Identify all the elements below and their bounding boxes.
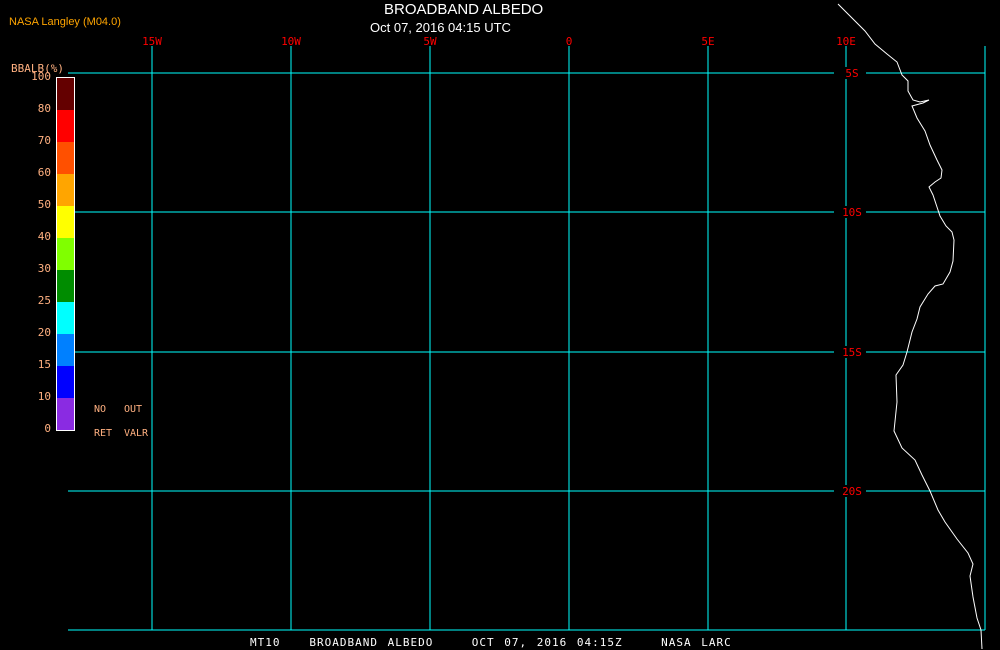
colorbar-swatch (57, 142, 74, 174)
colorbar-tick-label: 60 (37, 166, 51, 179)
latitude-label: 20S (842, 485, 862, 498)
valr-label: VALR (124, 428, 149, 439)
colorbar-tick-label: 20 (37, 326, 51, 339)
colorbar-swatch (57, 366, 74, 398)
footer-caption: MT10 BROADBAND ALBEDO OCT 07, 2016 04:15… (250, 636, 732, 649)
colorbar-tick-label: 25 (37, 294, 51, 307)
colorbar-swatch (57, 270, 74, 302)
longitude-label: 15W (142, 35, 162, 48)
colorbar-tick-label: 10 (37, 390, 51, 403)
longitude-label: 10E (836, 35, 856, 48)
longitude-label: 10W (281, 35, 301, 48)
colorbar-swatch (57, 174, 74, 206)
colorbar-swatch (57, 206, 74, 238)
colorbar-tick-label: 0 (44, 422, 51, 435)
latitude-label: 15S (842, 346, 862, 359)
longitude-label: 5E (701, 35, 714, 48)
colorbar-tick-label: 50 (37, 198, 51, 211)
colorbar (56, 77, 75, 431)
coastline (837, 3, 983, 650)
no-label: NO (94, 404, 107, 415)
colorbar-swatch (57, 110, 74, 142)
colorbar-swatch (57, 238, 74, 270)
latitude-label: 5S (845, 67, 858, 80)
colorbar-tick-label: 30 (37, 262, 51, 275)
colorbar-tick-label: 40 (37, 230, 51, 243)
colorbar-swatch (57, 334, 74, 366)
colorbar-swatch (57, 302, 74, 334)
longitude-label: 0 (566, 35, 573, 48)
colorbar-swatch (57, 398, 74, 430)
colorbar-tick-label: 80 (37, 102, 51, 115)
colorbar-swatch (57, 78, 74, 110)
longitude-label: 5W (423, 35, 437, 48)
colorbar-tick-label: 100 (31, 70, 51, 83)
colorbar-tick-label: 70 (37, 134, 51, 147)
colorbar-tick-label: 15 (37, 358, 51, 371)
map-canvas: 15W 10W 5W 0 5E 10E 5S 10S 15S 20S (68, 3, 986, 650)
latitude-label: 10S (842, 206, 862, 219)
out-label: OUT (124, 404, 143, 415)
ret-label: RET (94, 428, 113, 439)
